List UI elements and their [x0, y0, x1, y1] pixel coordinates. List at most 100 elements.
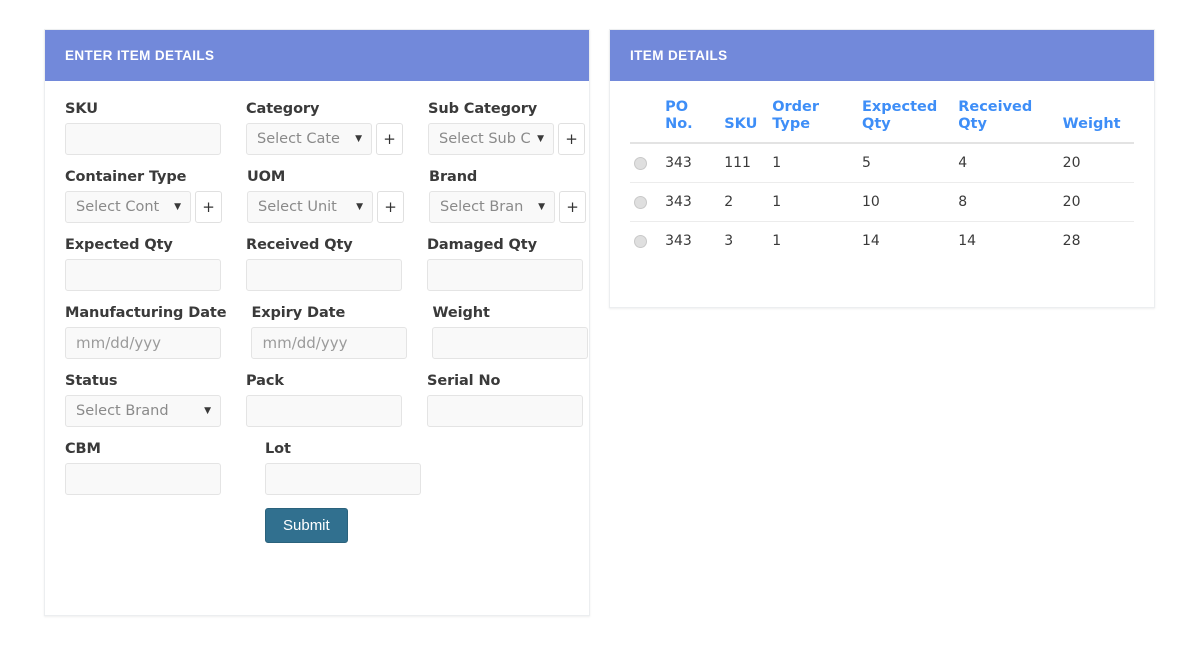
field-manufacturing-date: Manufacturing Date [65, 299, 227, 359]
cell-received-qty: 14 [958, 233, 977, 250]
submit-button[interactable]: Submit [265, 508, 348, 543]
received-qty-input[interactable] [246, 259, 402, 291]
label-sub-category: Sub Category [428, 101, 538, 117]
container-type-select[interactable]: Select Cont ▼ [65, 191, 191, 223]
add-category-button[interactable]: + [376, 123, 403, 155]
add-container-type-button[interactable]: + [195, 191, 222, 223]
cell-expected-qty: 10 [858, 182, 955, 223]
sub-category-select[interactable]: Select Sub C ▼ [428, 123, 554, 155]
cell-po-no: 343 [661, 143, 721, 184]
col-weight: Weight [1058, 91, 1134, 145]
enter-item-details-header: ENTER ITEM DETAILS [45, 30, 589, 81]
brand-select-value: Select Bran [440, 199, 524, 215]
col-expected-qty: Expected Qty [858, 91, 955, 145]
sub-category-select-value: Select Sub C [439, 131, 531, 147]
table-row[interactable]: 343 111 1 5 4 20 [630, 143, 1134, 184]
add-sub-category-button[interactable]: + [558, 123, 585, 155]
page-root: ENTER ITEM DETAILS SKU Category Select C… [0, 0, 1199, 656]
field-brand: Brand Select Bran ▼ + [429, 163, 586, 223]
field-damaged-qty: Damaged Qty [427, 231, 583, 291]
cell-sku: 2 [720, 182, 769, 223]
field-pack: Pack [246, 367, 402, 427]
cell-order-type: 1 [768, 182, 858, 223]
chevron-down-icon: ▼ [538, 201, 545, 212]
brand-combo: Select Bran ▼ + [429, 191, 586, 223]
container-type-select-value: Select Cont [76, 199, 160, 215]
field-cbm: CBM [65, 435, 240, 495]
label-manufacturing-date: Manufacturing Date [65, 305, 227, 321]
label-weight: Weight [432, 305, 490, 321]
label-received-qty: Received Qty [246, 237, 353, 253]
row-radio-button[interactable] [634, 195, 647, 209]
damaged-qty-input[interactable] [427, 259, 583, 291]
row-select-cell [630, 182, 662, 223]
page-title: ENTER ITEM DETAILS [65, 48, 215, 63]
item-details-table-wrap: PO No. SKU Order Type Expected Qty Recei… [610, 81, 1154, 260]
sku-input[interactable] [65, 123, 221, 155]
table-head: PO No. SKU Order Type Expected Qty Recei… [630, 91, 1134, 145]
cell-order-type: 1 [772, 233, 782, 250]
col-received-qty: Received Qty [954, 91, 1059, 145]
field-lot: Lot [265, 435, 440, 495]
cell-sku: 111 [720, 143, 769, 184]
col-po-no: PO No. [661, 91, 721, 145]
item-details-card: ITEM DETAILS PO No. SKU Order Type Expec… [609, 29, 1155, 308]
table-row[interactable]: 343 3 1 14 14 28 [630, 222, 1134, 261]
manufacturing-date-input[interactable] [65, 327, 221, 359]
label-expected-qty: Expected Qty [65, 237, 173, 253]
chevron-down-icon: ▼ [356, 201, 363, 212]
lot-input[interactable] [265, 463, 421, 495]
row-select-cell [630, 143, 662, 184]
label-damaged-qty: Damaged Qty [427, 237, 537, 253]
label-lot: Lot [265, 441, 291, 457]
cell-weight: 20 [1058, 143, 1134, 184]
pack-input[interactable] [246, 395, 402, 427]
col-select [630, 91, 662, 145]
table-header-row: PO No. SKU Order Type Expected Qty Recei… [630, 91, 1134, 145]
row-radio-button[interactable] [634, 156, 647, 170]
add-brand-button[interactable]: + [559, 191, 586, 223]
cbm-input[interactable] [65, 463, 221, 495]
form-row: Manufacturing Date Expiry Date Weight [65, 299, 589, 359]
field-container-type: Container Type Select Cont ▼ + [65, 163, 222, 223]
field-uom: UOM Select Unit ▼ + [247, 163, 404, 223]
label-category: Category [246, 101, 320, 117]
brand-select[interactable]: Select Bran ▼ [429, 191, 555, 223]
category-select[interactable]: Select Cate ▼ [246, 123, 372, 155]
cell-order-type: 1 [768, 143, 858, 184]
uom-select[interactable]: Select Unit ▼ [247, 191, 373, 223]
cell-expected-qty: 5 [858, 143, 955, 184]
table-row[interactable]: 343 2 1 10 8 20 [630, 182, 1134, 223]
cell-weight: 20 [1058, 182, 1134, 223]
weight-input[interactable] [432, 327, 589, 359]
form-row: Expected Qty Received Qty Damaged Qty [65, 231, 583, 291]
cell-weight: 28 [1062, 233, 1081, 250]
row-select-cell [630, 222, 661, 261]
chevron-down-icon: ▼ [537, 133, 544, 144]
field-sku: SKU [65, 95, 221, 155]
cell-expected-qty: 14 [862, 233, 880, 250]
enter-item-details-card: ENTER ITEM DETAILS SKU Category Select C… [44, 29, 590, 616]
label-expiry-date: Expiry Date [251, 305, 346, 321]
item-details-title: ITEM DETAILS [630, 48, 728, 63]
item-form: SKU Category Select Cate ▼ + Sub Categor… [45, 81, 589, 543]
row-radio-button[interactable] [634, 234, 647, 248]
chevron-down-icon: ▼ [204, 405, 211, 416]
field-received-qty: Received Qty [246, 231, 402, 291]
col-order-type: Order Type [768, 91, 858, 145]
expiry-date-input[interactable] [251, 327, 408, 359]
serial-no-input[interactable] [427, 395, 583, 427]
expected-qty-input[interactable] [65, 259, 221, 291]
field-expected-qty: Expected Qty [65, 231, 221, 291]
field-serial-no: Serial No [427, 367, 583, 427]
table-body: 343 111 1 5 4 20 343 2 1 10 8 20 343 3 1… [630, 143, 1134, 260]
status-select[interactable]: Select Brand ▼ [65, 395, 221, 427]
field-status: Status Select Brand ▼ [65, 367, 221, 427]
label-serial-no: Serial No [427, 373, 501, 389]
container-type-combo: Select Cont ▼ + [65, 191, 222, 223]
chevron-down-icon: ▼ [355, 133, 362, 144]
cell-received-qty: 4 [954, 143, 1059, 184]
label-container-type: Container Type [65, 169, 187, 185]
add-uom-button[interactable]: + [377, 191, 404, 223]
submit-row: Submit [65, 508, 569, 543]
